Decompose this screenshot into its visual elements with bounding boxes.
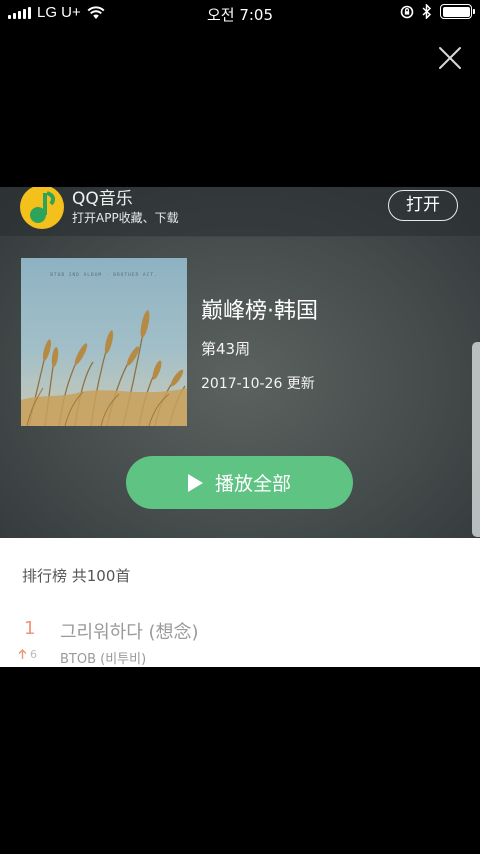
status-bar: LG U+ 오전 7:05 <box>0 0 480 28</box>
up-arrow-icon <box>18 649 27 659</box>
list-header: 排行榜 共100首 <box>22 567 131 585</box>
app-promo-text: 打开APP收藏、下载 <box>72 211 179 225</box>
play-all-label: 播放全部 <box>214 473 291 495</box>
chart-header-area: QQ音乐 打开APP收藏、下载 打开 BTOB 2ND ALBUM · BROT… <box>0 187 480 538</box>
close-icon[interactable] <box>434 42 466 74</box>
rank-change: 6 <box>18 648 37 661</box>
status-right <box>400 4 475 19</box>
open-app-button[interactable]: 打开 <box>388 190 458 221</box>
qq-music-logo-icon <box>20 187 64 229</box>
song-rank: 1 <box>24 618 36 639</box>
side-handle[interactable] <box>472 342 480 537</box>
album-cover[interactable]: BTOB 2ND ALBUM · BROTHER ACT. <box>21 258 187 426</box>
chart-title: 巅峰榜·韩国 <box>201 299 318 324</box>
song-list: 排行榜 共100首 1 그리워하다 (想念) 6 BTOB (비투비) <box>0 538 480 667</box>
battery-icon <box>440 4 475 19</box>
chart-update-date: 2017-10-26 更新 <box>201 376 315 392</box>
rank-change-count: 6 <box>30 648 37 661</box>
web-content-card: QQ音乐 打开APP收藏、下载 打开 BTOB 2ND ALBUM · BROT… <box>0 187 480 667</box>
bluetooth-icon <box>422 4 432 19</box>
rotation-lock-icon <box>400 5 414 18</box>
play-all-button[interactable]: 播放全部 <box>126 456 353 509</box>
play-icon <box>187 473 203 492</box>
app-name: QQ音乐 <box>72 189 133 209</box>
song-title: 그리워하다 (想念) <box>60 622 199 643</box>
app-download-banner[interactable]: QQ音乐 打开APP收藏、下载 打开 <box>0 187 480 237</box>
chart-week: 第43周 <box>201 340 251 358</box>
song-artist: BTOB (비투비) <box>60 652 147 667</box>
